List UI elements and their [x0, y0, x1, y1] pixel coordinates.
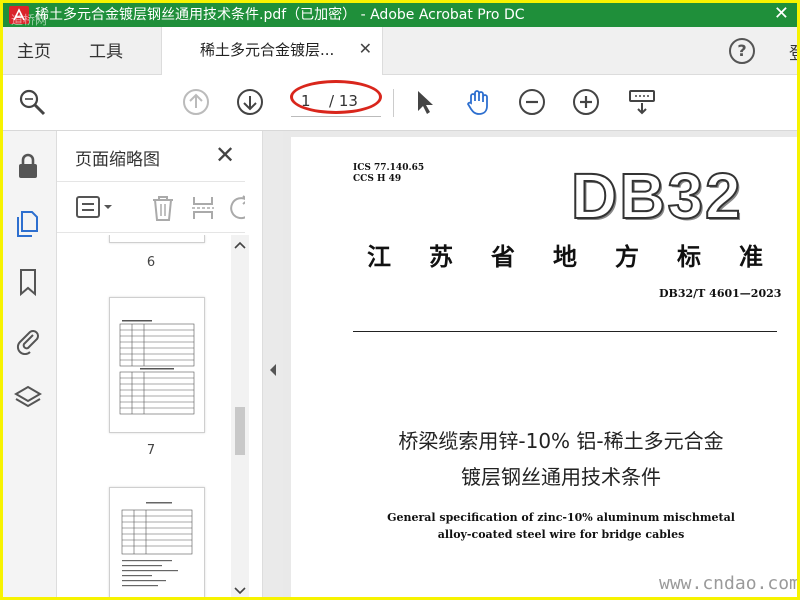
signin-link[interactable]: 登 [789, 39, 797, 64]
standard-number: DB32/T 4601—2023 [659, 287, 782, 300]
lock-icon[interactable] [13, 151, 43, 181]
thumbnail-page-6[interactable] [109, 235, 205, 243]
title-english: General specification of zinc-10% alumin… [351, 509, 771, 543]
attachment-icon[interactable] [13, 325, 43, 355]
layers-icon[interactable] [13, 383, 43, 413]
extract-page-icon[interactable] [189, 194, 217, 222]
db-code: DB32 [570, 159, 743, 233]
title-chinese-line: 桥梁缆索用锌-10% 铝-稀土多元合金 [398, 429, 724, 453]
panel-title: 页面缩略图 [75, 150, 160, 170]
ccs-line: CCS H 49 [353, 174, 402, 184]
app-window: 稀土多元合金镀层钢丝通用技术条件.pdf（已加密） - Adobe Acroba… [0, 0, 800, 600]
ics-line: ICS 77.140.65 [353, 163, 425, 173]
thumbnail-panel: 页面缩略图 ✕ 6 7 [57, 131, 263, 597]
annotation-ellipse [290, 80, 382, 114]
title-english-line: alloy-coated steel wire for bridge cable… [437, 528, 685, 541]
tab-tools[interactable]: 工具 [89, 37, 123, 62]
rotate-page-icon[interactable] [227, 194, 245, 222]
tab-document[interactable]: 稀土多元合金镀层... ✕ [161, 27, 383, 75]
zoom-search-icon[interactable] [17, 87, 47, 117]
title-chinese-line: 镀层钢丝通用技术条件 [461, 465, 661, 489]
thumbnail-label: 6 [146, 255, 156, 270]
panel-collapse-handle[interactable] [263, 131, 283, 597]
tab-home[interactable]: 主页 [17, 37, 51, 62]
panel-toolbar [57, 181, 245, 233]
delete-page-icon[interactable] [149, 194, 177, 222]
pdf-page: ICS 77.140.65 CCS H 49 DB32 江苏省地方标准 DB32… [291, 137, 800, 597]
ics-code: ICS 77.140.65 CCS H 49 [353, 163, 424, 185]
previous-page-icon[interactable] [181, 87, 211, 117]
divider-line [353, 331, 777, 332]
thumbnail-options-icon[interactable] [75, 194, 115, 222]
thumbnail-page-7[interactable] [109, 297, 205, 433]
thumbnail-scrollbar[interactable] [231, 235, 249, 597]
zoom-out-icon[interactable] [517, 87, 547, 117]
title-english-line: General specification of zinc-10% alumin… [387, 511, 735, 524]
zoom-in-icon[interactable] [571, 87, 601, 117]
toolbar: 1 / 13 [3, 75, 797, 131]
tab-close-icon[interactable]: ✕ [359, 39, 372, 58]
window-close-button[interactable]: ✕ [774, 3, 789, 25]
document-viewer[interactable]: ICS 77.140.65 CCS H 49 DB32 江苏省地方标准 DB32… [283, 131, 800, 597]
bookmark-icon[interactable] [13, 267, 43, 297]
title-bar: 稀土多元合金镀层钢丝通用技术条件.pdf（已加密） - Adobe Acroba… [3, 3, 797, 27]
window-title: 稀土多元合金镀层钢丝通用技术条件.pdf（已加密） - Adobe Acroba… [35, 7, 525, 23]
toolbar-divider [393, 89, 394, 117]
left-rail [3, 131, 57, 597]
tab-document-label: 稀土多元合金镀层... [200, 41, 335, 59]
thumbnail-page-8[interactable] [109, 487, 205, 597]
next-page-icon[interactable] [235, 87, 265, 117]
title-chinese: 桥梁缆索用锌-10% 铝-稀土多元合金 镀层钢丝通用技术条件 [331, 423, 791, 495]
thumbnail-list: 6 7 [57, 235, 245, 597]
scroll-down-icon[interactable] [234, 587, 246, 595]
site-watermark: www.cndao.com [659, 573, 800, 594]
scrollbar-thumb[interactable] [235, 407, 245, 455]
select-cursor-icon[interactable] [409, 87, 439, 117]
tab-bar: 主页 工具 稀土多元合金镀层... ✕ ? 登 [3, 27, 797, 75]
panel-close-icon[interactable]: ✕ [215, 141, 235, 169]
hand-tool-icon[interactable] [463, 87, 493, 117]
collapse-arrow-icon[interactable] [268, 363, 278, 377]
page-display-icon[interactable] [627, 87, 657, 117]
scroll-up-icon[interactable] [234, 241, 246, 249]
province-standard-title: 江苏省地方标准 [367, 242, 800, 271]
page-thumbnails-icon[interactable] [13, 209, 43, 239]
help-icon[interactable]: ? [729, 38, 755, 64]
thumbnail-label: 7 [146, 443, 156, 458]
